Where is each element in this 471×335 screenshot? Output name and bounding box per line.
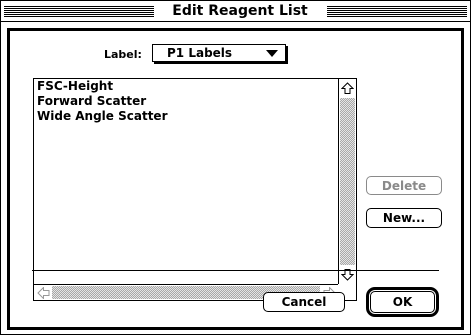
cancel-button[interactable]: Cancel [263, 292, 345, 312]
title-bar-stripes-right [327, 6, 467, 17]
vertical-scroll-track[interactable] [340, 98, 355, 265]
scroll-left-button[interactable] [35, 286, 51, 299]
dialog-window: Edit Reagent List Label: P1 Labels FSC-H… [0, 0, 471, 335]
scroll-down-button[interactable] [340, 266, 355, 283]
delete-button[interactable]: Delete [366, 176, 442, 195]
dialog-frame: Label: P1 Labels FSC-Height Forward Scat… [7, 28, 464, 330]
title-bar[interactable]: Edit Reagent List [1, 1, 470, 22]
window-title: Edit Reagent List [159, 2, 321, 20]
reagent-list-items: FSC-Height Forward Scatter Wide Angle Sc… [37, 79, 168, 124]
label-popup-menu[interactable]: P1 Labels [152, 44, 286, 62]
scroll-up-button[interactable] [340, 80, 355, 97]
divider [32, 270, 439, 271]
arrow-left-icon [36, 286, 49, 299]
list-item[interactable]: FSC-Height [37, 79, 168, 94]
label-popup-value: P1 Labels [167, 46, 233, 60]
ok-button[interactable]: OK [370, 291, 435, 313]
title-bar-stripes-left [4, 6, 154, 17]
new-button[interactable]: New... [366, 208, 442, 228]
reagent-list[interactable]: FSC-Height Forward Scatter Wide Angle Sc… [33, 78, 357, 301]
vertical-scrollbar[interactable] [338, 79, 356, 284]
list-item[interactable]: Forward Scatter [37, 94, 168, 109]
arrow-up-icon [341, 82, 354, 94]
list-item[interactable]: Wide Angle Scatter [37, 109, 168, 124]
triangle-down-icon [266, 50, 278, 57]
label-field-label: Label: [104, 48, 142, 61]
